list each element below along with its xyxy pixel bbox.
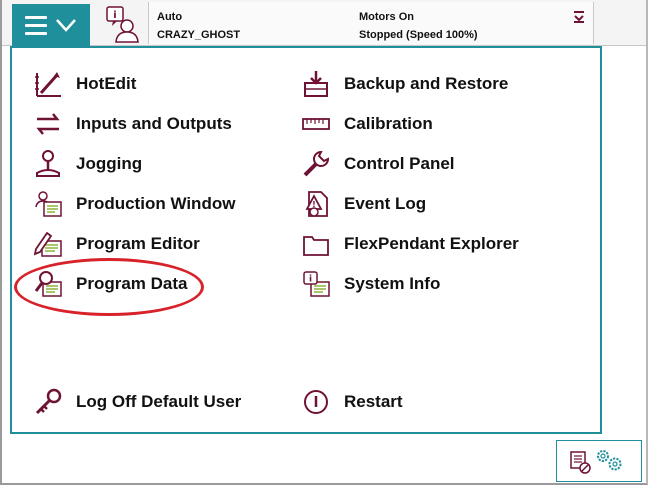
menu-item-label: Inputs and Outputs <box>76 114 232 133</box>
menu-item-label: Jogging <box>76 154 143 173</box>
menu-item-label: Program Data <box>76 274 188 293</box>
menu-item-control-panel[interactable]: Control Panel <box>300 148 455 180</box>
menu-item-production-window[interactable]: Production Window <box>32 188 235 220</box>
wrench-icon <box>300 148 332 180</box>
svg-text:i: i <box>309 275 312 285</box>
menu-item-calibration[interactable]: Calibration <box>300 108 433 140</box>
menu-item-label: FlexPendant Explorer <box>344 234 519 253</box>
operating-mode: Auto <box>157 11 183 23</box>
folder-icon <box>300 228 332 260</box>
calibration-icon <box>300 108 332 140</box>
program-data-icon <box>32 268 64 300</box>
top-bar: i Auto CRAZY_GHOST Motors On Stopped (Sp… <box>2 0 646 46</box>
motors-state: Motors On <box>359 11 414 23</box>
program-state: Stopped (Speed 100%) <box>359 29 478 41</box>
user-info-button[interactable]: i <box>100 4 144 46</box>
production-window-icon <box>32 188 64 220</box>
event-log-icon: ! <box>300 188 332 220</box>
status-bar[interactable]: Auto CRAZY_GHOST Motors On Stopped (Spee… <box>148 2 594 44</box>
power-icon <box>300 386 332 418</box>
menu-item-flexpendant-explorer[interactable]: FlexPendant Explorer <box>300 228 519 260</box>
menu-item-system-info[interactable]: i System Info <box>300 268 440 300</box>
menu-item-label: Backup and Restore <box>344 74 509 93</box>
chevron-down-icon <box>56 19 76 32</box>
user-info-icon: i <box>106 6 139 43</box>
joystick-icon <box>32 148 64 180</box>
abb-menu-button[interactable] <box>12 4 90 46</box>
menu-item-label: Production Window <box>76 194 236 213</box>
menu-item-label: System Info <box>344 274 441 293</box>
restart-label: Restart <box>344 392 403 411</box>
menu-item-program-data[interactable]: Program Data <box>32 268 187 300</box>
quickset-button[interactable] <box>556 440 642 482</box>
log-off-button[interactable]: Log Off Default User <box>32 386 241 418</box>
controller-name: CRAZY_GHOST <box>157 29 241 41</box>
menu-item-hotedit[interactable]: HotEdit <box>32 68 136 100</box>
key-icon <box>32 386 64 418</box>
menu-item-label: Calibration <box>344 114 433 133</box>
restart-button[interactable]: Restart <box>300 386 403 418</box>
menu-item-backup-restore[interactable]: Backup and Restore <box>300 68 508 100</box>
backup-restore-icon <box>300 68 332 100</box>
system-info-icon: i <box>300 268 332 300</box>
menu-item-program-editor[interactable]: Program Editor <box>32 228 200 260</box>
inputs-outputs-icon <box>32 108 64 140</box>
status-indicator-icon <box>574 11 584 23</box>
menu-item-inputs-outputs[interactable]: Inputs and Outputs <box>32 108 232 140</box>
menu-item-event-log[interactable]: ! Event Log <box>300 188 426 220</box>
log-off-label: Log Off Default User <box>76 392 242 411</box>
hamburger-icon <box>25 15 47 35</box>
svg-text:i: i <box>113 10 116 21</box>
program-editor-icon <box>32 228 64 260</box>
menu-item-label: Control Panel <box>344 154 455 173</box>
menu-item-label: HotEdit <box>76 74 137 93</box>
quickset-settings-icon <box>570 450 622 474</box>
menu-item-jogging[interactable]: Jogging <box>32 148 142 180</box>
menu-item-label: Program Editor <box>76 234 200 253</box>
hotedit-icon <box>32 68 64 100</box>
menu-item-label: Event Log <box>344 194 427 213</box>
